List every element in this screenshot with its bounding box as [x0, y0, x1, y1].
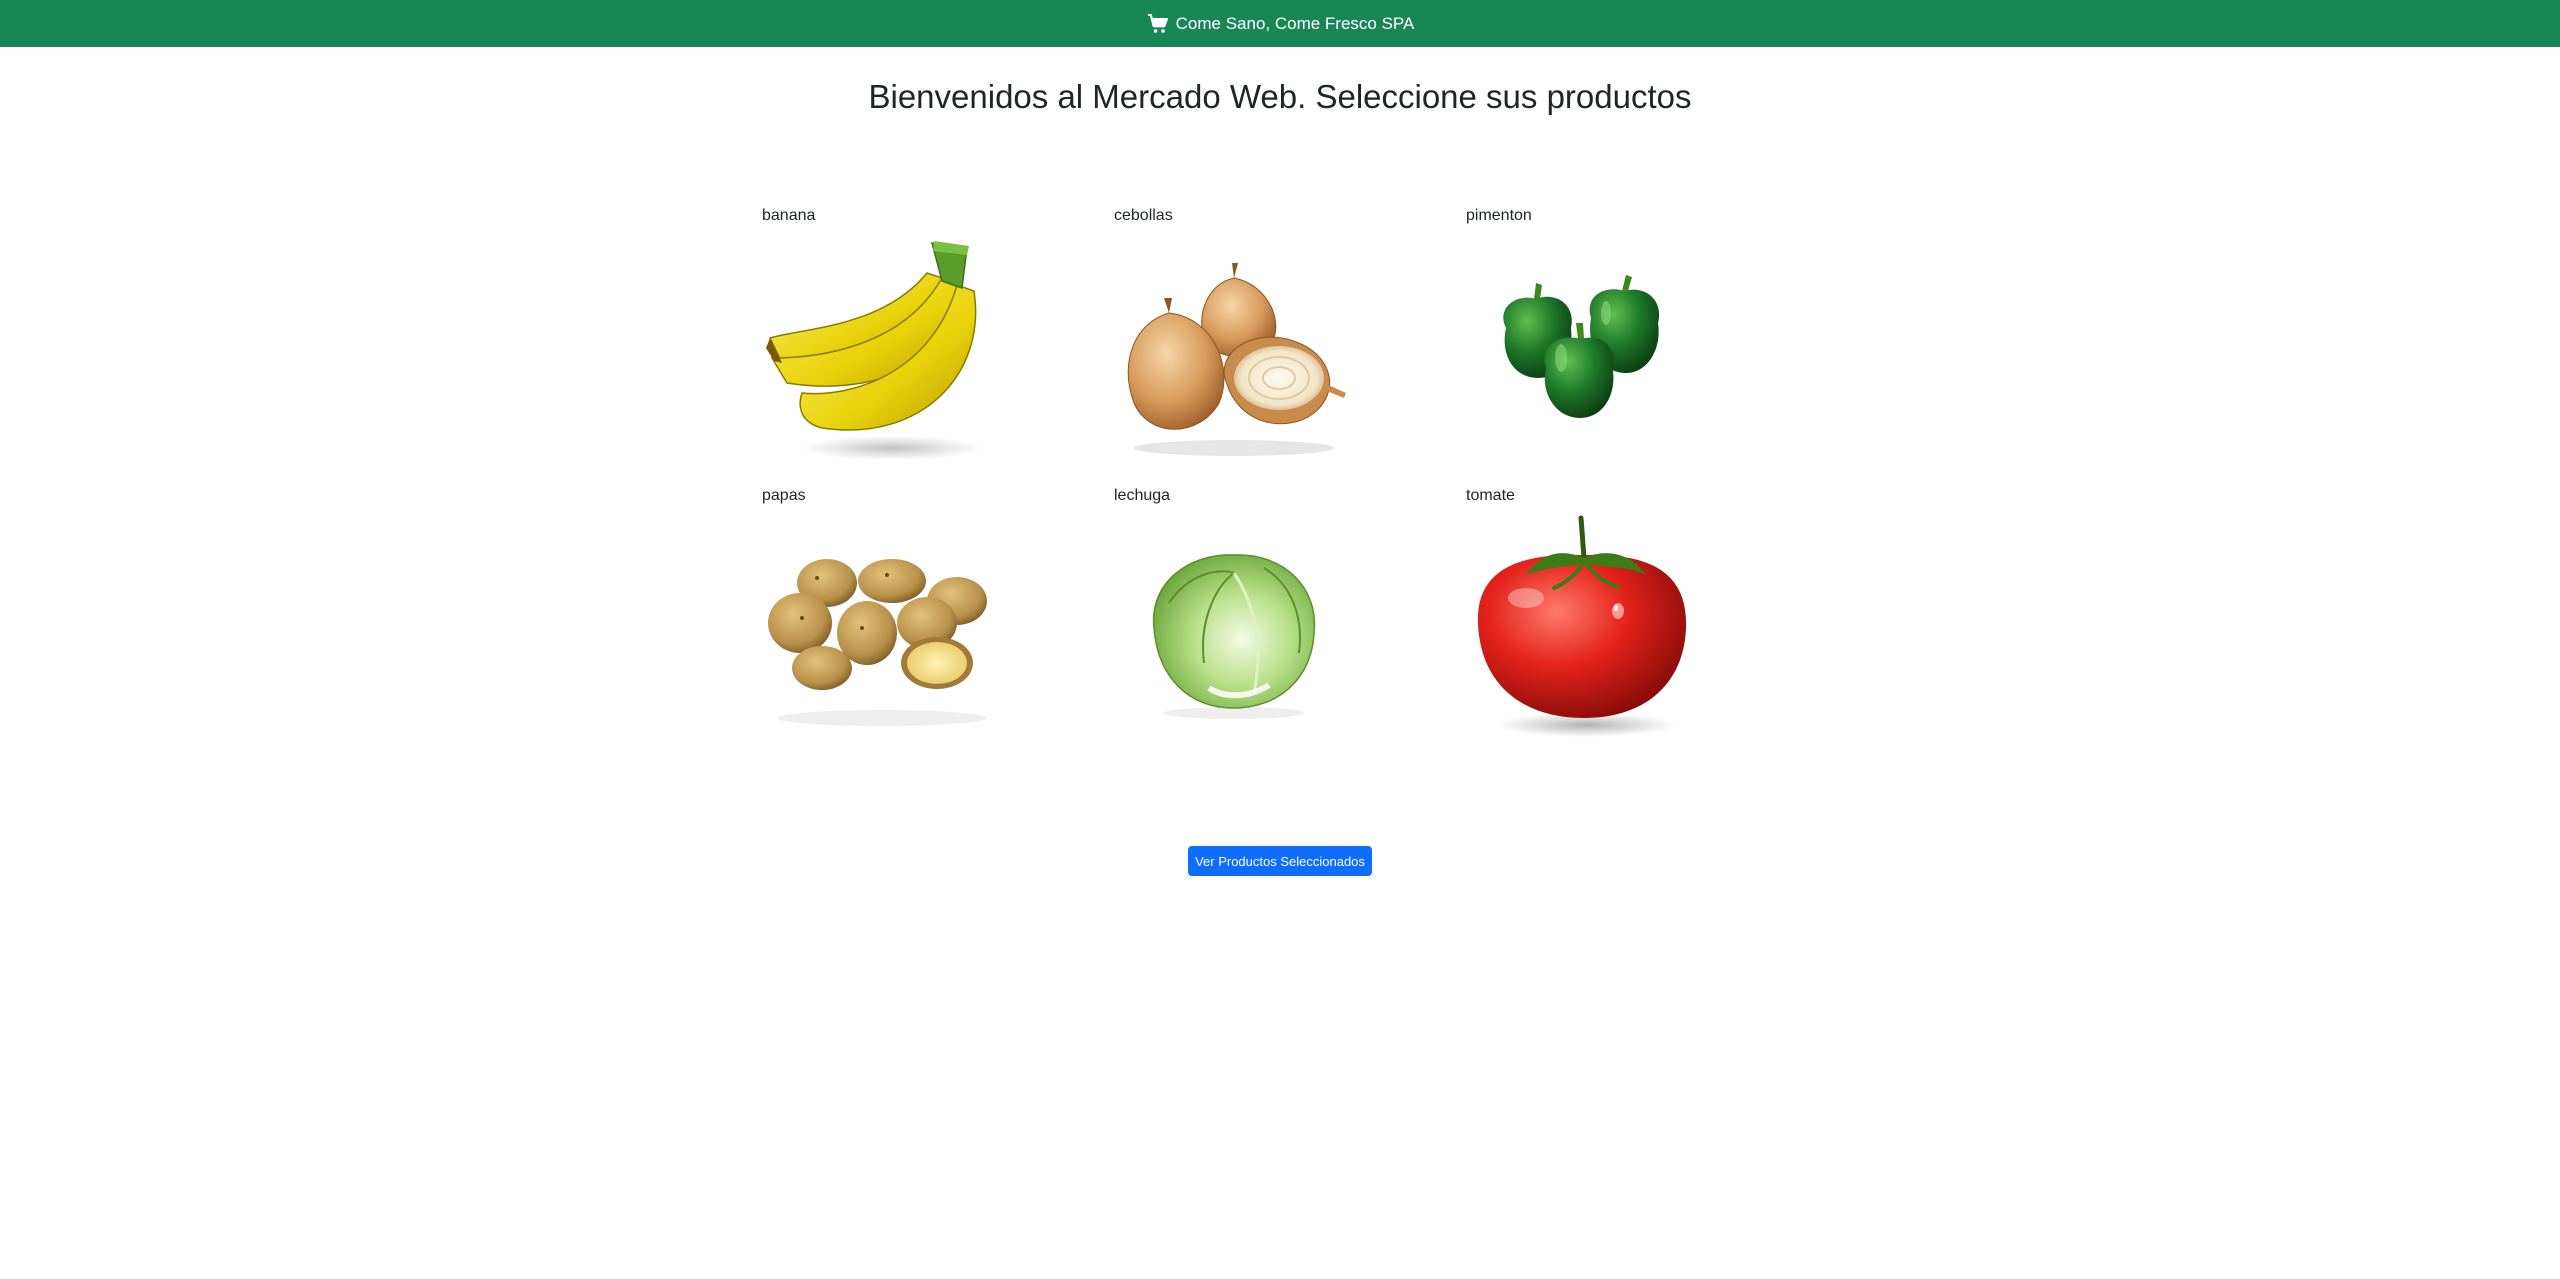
potatoes-image[interactable] — [762, 513, 1002, 743]
banana-image[interactable] — [762, 233, 1002, 463]
product-card-tomate[interactable]: tomate — [1466, 485, 1706, 750]
product-card-banana[interactable]: banana — [762, 205, 1002, 470]
page-title: Bienvenidos al Mercado Web. Seleccione s… — [868, 78, 1692, 115]
product-label: cebollas — [1114, 207, 1173, 224]
onion-image[interactable] — [1114, 233, 1354, 463]
navbar: Come Sano, Come Fresco SPA — [0, 0, 2560, 47]
product-label: tomate — [1466, 487, 1515, 504]
product-label: lechuga — [1114, 487, 1171, 504]
product-card-pimenton[interactable]: pimenton — [1466, 205, 1706, 470]
product-label: banana — [762, 207, 816, 224]
navbar-brand[interactable]: Come Sano, Come Fresco SPA — [1176, 14, 1415, 34]
view-selected-products-button[interactable]: Ver Productos Seleccionados — [1188, 846, 1372, 876]
lettuce-image[interactable] — [1114, 513, 1354, 743]
tomato-image[interactable] — [1466, 513, 1706, 743]
product-card-cebollas[interactable]: cebollas — [1114, 205, 1354, 470]
product-label: papas — [762, 487, 806, 504]
bell-pepper-image[interactable] — [1466, 233, 1706, 463]
product-card-papas[interactable]: papas — [762, 485, 1002, 750]
cart-icon — [1146, 12, 1170, 36]
product-label: pimenton — [1466, 207, 1532, 224]
product-card-lechuga[interactable]: lechuga — [1114, 485, 1354, 750]
